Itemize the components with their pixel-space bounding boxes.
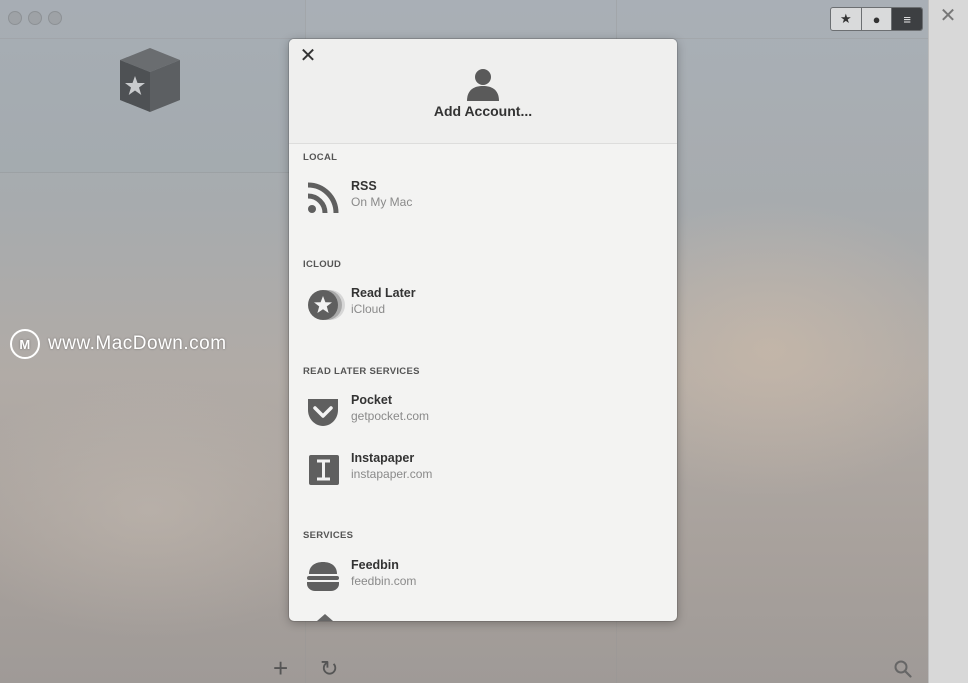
account-item-feedbin[interactable]: Feedbin feedbin.com [289,552,677,600]
scroll-indicator-icon [317,614,333,621]
section-title-local: LOCAL [303,152,338,163]
account-subtitle: instapaper.com [351,467,433,481]
account-item-instapaper[interactable]: Instapaper instapaper.com [289,445,677,493]
close-icon[interactable]: ✕ [299,46,317,66]
account-name: RSS [351,179,377,193]
section-title-services: SERVICES [303,530,354,541]
instapaper-icon [309,455,339,485]
app-cube-logo-icon [120,48,180,112]
window-minimize-button[interactable] [28,11,42,25]
account-subtitle: On My Mac [351,195,413,209]
read-later-star-icon [308,290,345,320]
watermark-logo-icon: M [10,329,40,359]
rss-icon [307,182,339,214]
add-account-sheet: ✕ Add Account... LOCAL RSS On My Mac ICL… [289,39,677,621]
watermark-text: www.MacDown.com [48,333,227,354]
account-subtitle: iCloud [351,302,386,316]
sheet-header: ✕ Add Account... [289,39,677,144]
unread-filter-button[interactable]: ● [862,8,893,30]
section-title-icloud: ICLOUD [303,259,342,270]
close-icon[interactable]: ✕ [938,6,958,26]
right-sidebar-rail [928,0,968,683]
sheet-title: Add Account... [433,103,533,119]
search-icon[interactable] [894,660,912,678]
window-zoom-button[interactable] [48,11,62,25]
window-close-button[interactable] [8,11,22,25]
watermark: M www.MacDown.com [10,329,227,359]
list-icon: ≡ [903,11,911,27]
star-icon: ★ [840,11,852,26]
account-subtitle: getpocket.com [351,409,430,423]
account-name: Read Later [351,286,416,300]
starred-filter-button[interactable]: ★ [831,8,862,30]
account-name: Pocket [351,393,392,407]
view-filter-segmented-control[interactable]: ★ ● ≡ [830,7,923,31]
user-icon [467,69,499,101]
account-name: Instapaper [351,451,415,465]
all-filter-button[interactable]: ≡ [892,8,922,30]
account-item-read-later[interactable]: Read Later iCloud [289,280,677,328]
account-name: Feedbin [351,558,399,572]
account-subtitle: feedbin.com [351,574,417,588]
app-window: ★ ● ≡ ✕ M www.MacDown.com + ↻ ✕ Add Acco… [0,0,968,683]
pocket-icon [308,399,338,426]
dot-icon: ● [872,11,881,27]
window-titlebar [0,0,928,39]
account-item-pocket[interactable]: Pocket getpocket.com [289,387,677,435]
refresh-button[interactable]: ↻ [320,657,338,681]
section-title-read-later-services: READ LATER SERVICES [303,366,420,377]
account-item-rss[interactable]: RSS On My Mac [289,173,677,221]
feedbin-icon [307,562,339,591]
add-account-button[interactable]: + [273,655,288,681]
